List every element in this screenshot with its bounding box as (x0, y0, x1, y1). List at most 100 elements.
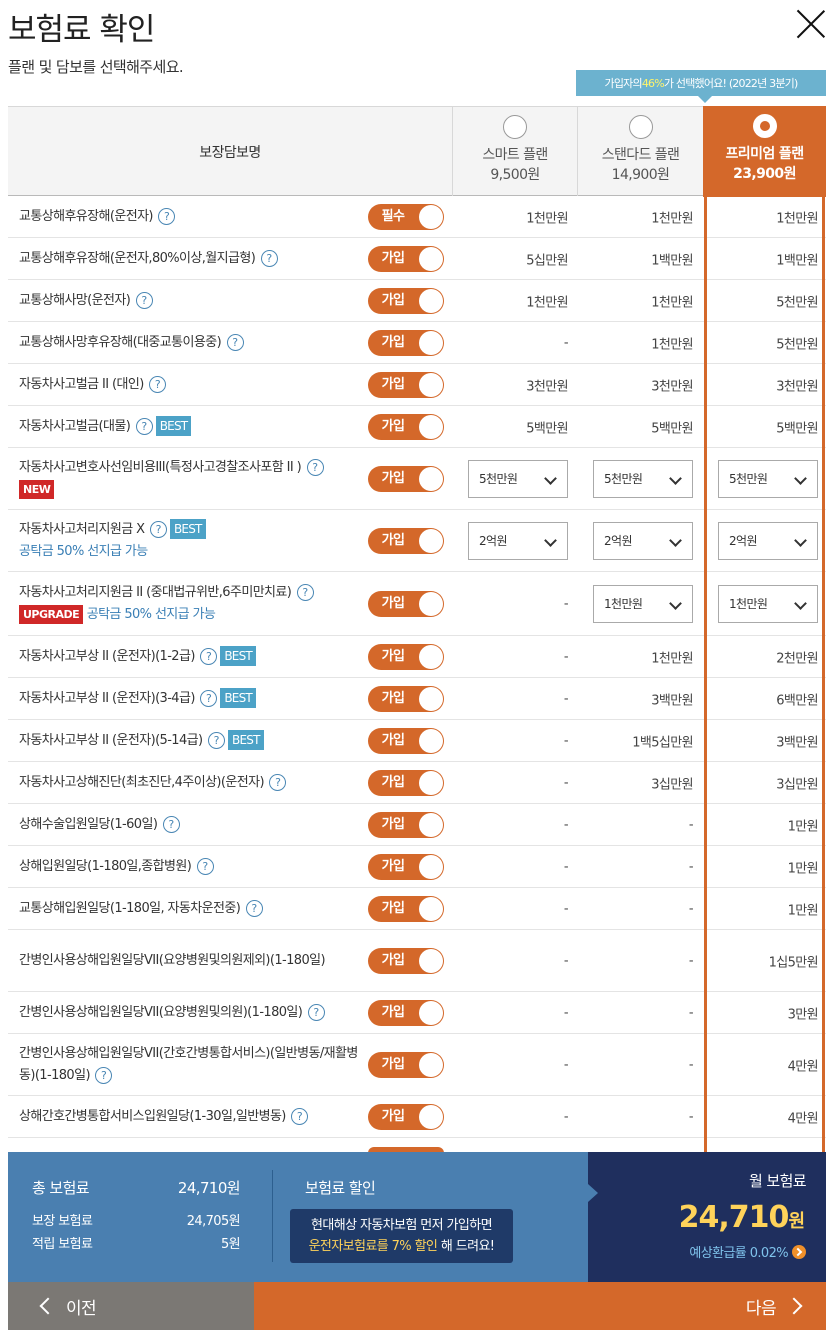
monthly-premium-box: 월 보험료 24,710원 예상환급률 0.02% (588, 1152, 826, 1282)
amount-select[interactable]: 5천만원 (718, 459, 818, 498)
coverage-name: 자동차사고부상 II (운전자)(3-4급) ? BEST (19, 688, 359, 710)
help-icon[interactable]: ? (245, 899, 263, 917)
coverage-name: 간병인사용상해입원일당VII(요양병원및의원)(1-180일) ? (19, 1002, 359, 1024)
amount-value: 3만원 (787, 1007, 819, 1022)
coverage-toggle[interactable]: 가입 (368, 1051, 444, 1078)
coverage-name: 상해간호간병통합서비스입원일당(1-30일,일반병동) ? (19, 1106, 359, 1128)
help-icon[interactable]: ? (200, 647, 218, 665)
amount-select[interactable]: 5천만원 (468, 459, 568, 498)
toggle-knob (419, 896, 443, 921)
discount-highlight: 운전자보험료를 7% 할인 (308, 1239, 438, 1254)
coverage-toggle[interactable]: 가입 (368, 895, 444, 922)
amount-value: - (688, 901, 694, 916)
cover-premium-value: 24,705원 (186, 1214, 241, 1229)
close-icon[interactable] (796, 8, 826, 38)
help-icon[interactable]: ? (196, 857, 214, 875)
amount-value: - (563, 901, 569, 916)
coverage-toggle[interactable]: 가입 (368, 685, 444, 712)
amount-value: 6백만원 (776, 693, 818, 708)
tip-suffix: 가 선택했어요! (2022년 3분기) (663, 77, 798, 90)
new-badge: NEW (19, 479, 55, 499)
coverage-name-text: 교통상해후유장해(운전자,80%이상,월지급형) (19, 250, 256, 266)
plan-smart[interactable]: 스마트 플랜 9,500원 (452, 107, 577, 196)
discount-rest: 해 드려요! (437, 1239, 495, 1254)
help-icon[interactable]: ? (200, 689, 218, 707)
amount-select[interactable]: 1천만원 (593, 584, 693, 623)
popularity-tooltip: 가입자의 46% 가 선택했어요! (2022년 3분기) (576, 70, 826, 103)
amount-select[interactable]: 1천만원 (718, 584, 818, 623)
coverage-row: 간병인사용상해입원일당VII(요양병원및의원제외)(1-180일) 가입 - - 1십5… (8, 930, 826, 992)
coverage-toggle[interactable]: 가입 (368, 999, 444, 1026)
amount-select[interactable]: 2억원 (468, 521, 568, 560)
toggle-label: 가입 (381, 774, 405, 790)
plan-standard[interactable]: 스탠다드 플랜 14,900원 (577, 107, 703, 196)
help-icon[interactable]: ? (260, 249, 278, 267)
coverage-toggle[interactable]: 가입 (368, 245, 444, 272)
coverage-row: 자동차사고부상 II (운전자)(3-4급) ? BEST 가입 - 3백만원 6백만원 (8, 678, 826, 720)
plan-price: 9,500원 (490, 167, 540, 183)
tip-prefix: 가입자의 (604, 77, 643, 90)
toggle-label: 가입 (381, 858, 405, 874)
help-icon[interactable]: ? (269, 773, 287, 791)
coverage-toggle[interactable]: 가입 (368, 1103, 444, 1130)
next-button[interactable]: 다음 (254, 1282, 826, 1330)
help-icon[interactable]: ? (150, 520, 167, 538)
coverage-toggle[interactable]: 가입 (368, 590, 444, 617)
coverage-toggle[interactable]: 가입 (368, 527, 444, 554)
toggle-knob (419, 1052, 443, 1077)
help-icon[interactable]: ? (226, 333, 244, 351)
coverage-toggle[interactable]: 가입 (368, 947, 444, 974)
help-icon[interactable]: ? (208, 731, 226, 749)
coverage-name-text: 자동차사고부상 II (운전자)(5-14급) (19, 732, 203, 748)
toggle-knob (419, 330, 443, 355)
prev-button[interactable]: 이전 (8, 1282, 254, 1330)
coverage-toggle[interactable]: 가입 (368, 287, 444, 314)
toggle-label: 가입 (381, 1004, 405, 1020)
help-icon[interactable]: ? (307, 1003, 325, 1021)
help-icon[interactable]: ? (162, 815, 180, 833)
help-icon[interactable]: ? (306, 458, 324, 476)
coverage-toggle[interactable]: 필수 (368, 203, 444, 230)
coverage-toggle[interactable]: 가입 (368, 853, 444, 880)
coverage-row: 자동차사고상해진단(최초진단,4주이상)(운전자) ? 가입 - 3십만원 3십만원 (8, 762, 826, 804)
coverage-toggle[interactable]: 가입 (368, 811, 444, 838)
coverage-toggle[interactable]: 가입 (368, 465, 444, 492)
coverage-toggle[interactable]: 가입 (368, 371, 444, 398)
tip-highlight: 46% (641, 76, 665, 90)
best-badge: BEST (228, 730, 264, 750)
amount-value: 5천만원 (776, 337, 818, 352)
amount-select[interactable]: 2억원 (593, 521, 693, 560)
coverage-name-text: 자동차사고처리지원금 X (19, 521, 145, 537)
amount-value: 2천만원 (776, 651, 818, 666)
amount-value: 4만원 (787, 1111, 819, 1126)
radio-button[interactable] (628, 115, 653, 139)
coverage-toggle[interactable]: 가입 (368, 769, 444, 796)
help-icon[interactable]: ? (296, 583, 314, 601)
plan-premium[interactable]: 프리미엄 플랜 23,900원 (703, 106, 826, 197)
toggle-label: 가입 (381, 816, 405, 832)
coverage-toggle[interactable]: 가입 (368, 329, 444, 356)
toggle-knob (419, 414, 443, 439)
amount-select[interactable]: 5천만원 (593, 459, 693, 498)
coverage-toggle[interactable]: 가입 (368, 413, 444, 440)
help-icon[interactable]: ? (291, 1107, 309, 1125)
help-icon[interactable]: ? (95, 1066, 113, 1084)
help-icon[interactable]: ? (158, 207, 176, 225)
help-icon[interactable]: ? (149, 375, 167, 393)
amount-value: - (563, 733, 569, 748)
help-icon[interactable]: ? (135, 291, 153, 309)
help-icon[interactable]: ? (135, 417, 153, 435)
amount-value: - (563, 859, 569, 874)
amount-value: 1만원 (787, 861, 819, 876)
coverage-subline: UPGRADE 공탁금 50% 선지급 가능 (19, 604, 359, 626)
amount-select[interactable]: 2억원 (718, 521, 818, 560)
radio-button[interactable] (503, 115, 527, 139)
coverage-toggle[interactable]: 가입 (368, 643, 444, 670)
reserve-premium-label: 적립 보험료 (32, 1237, 93, 1252)
radio-button-selected[interactable] (752, 114, 777, 138)
coverage-toggle[interactable]: 가입 (368, 727, 444, 754)
refund-rate-link[interactable]: 예상환급률 0.02% (689, 1242, 806, 1261)
toggle-knob (419, 770, 443, 795)
coverage-name-text: 간병인사용상해입원일당VII(요양병원및의원제외)(1-180일) (19, 952, 326, 968)
amount-value: - (563, 691, 569, 706)
